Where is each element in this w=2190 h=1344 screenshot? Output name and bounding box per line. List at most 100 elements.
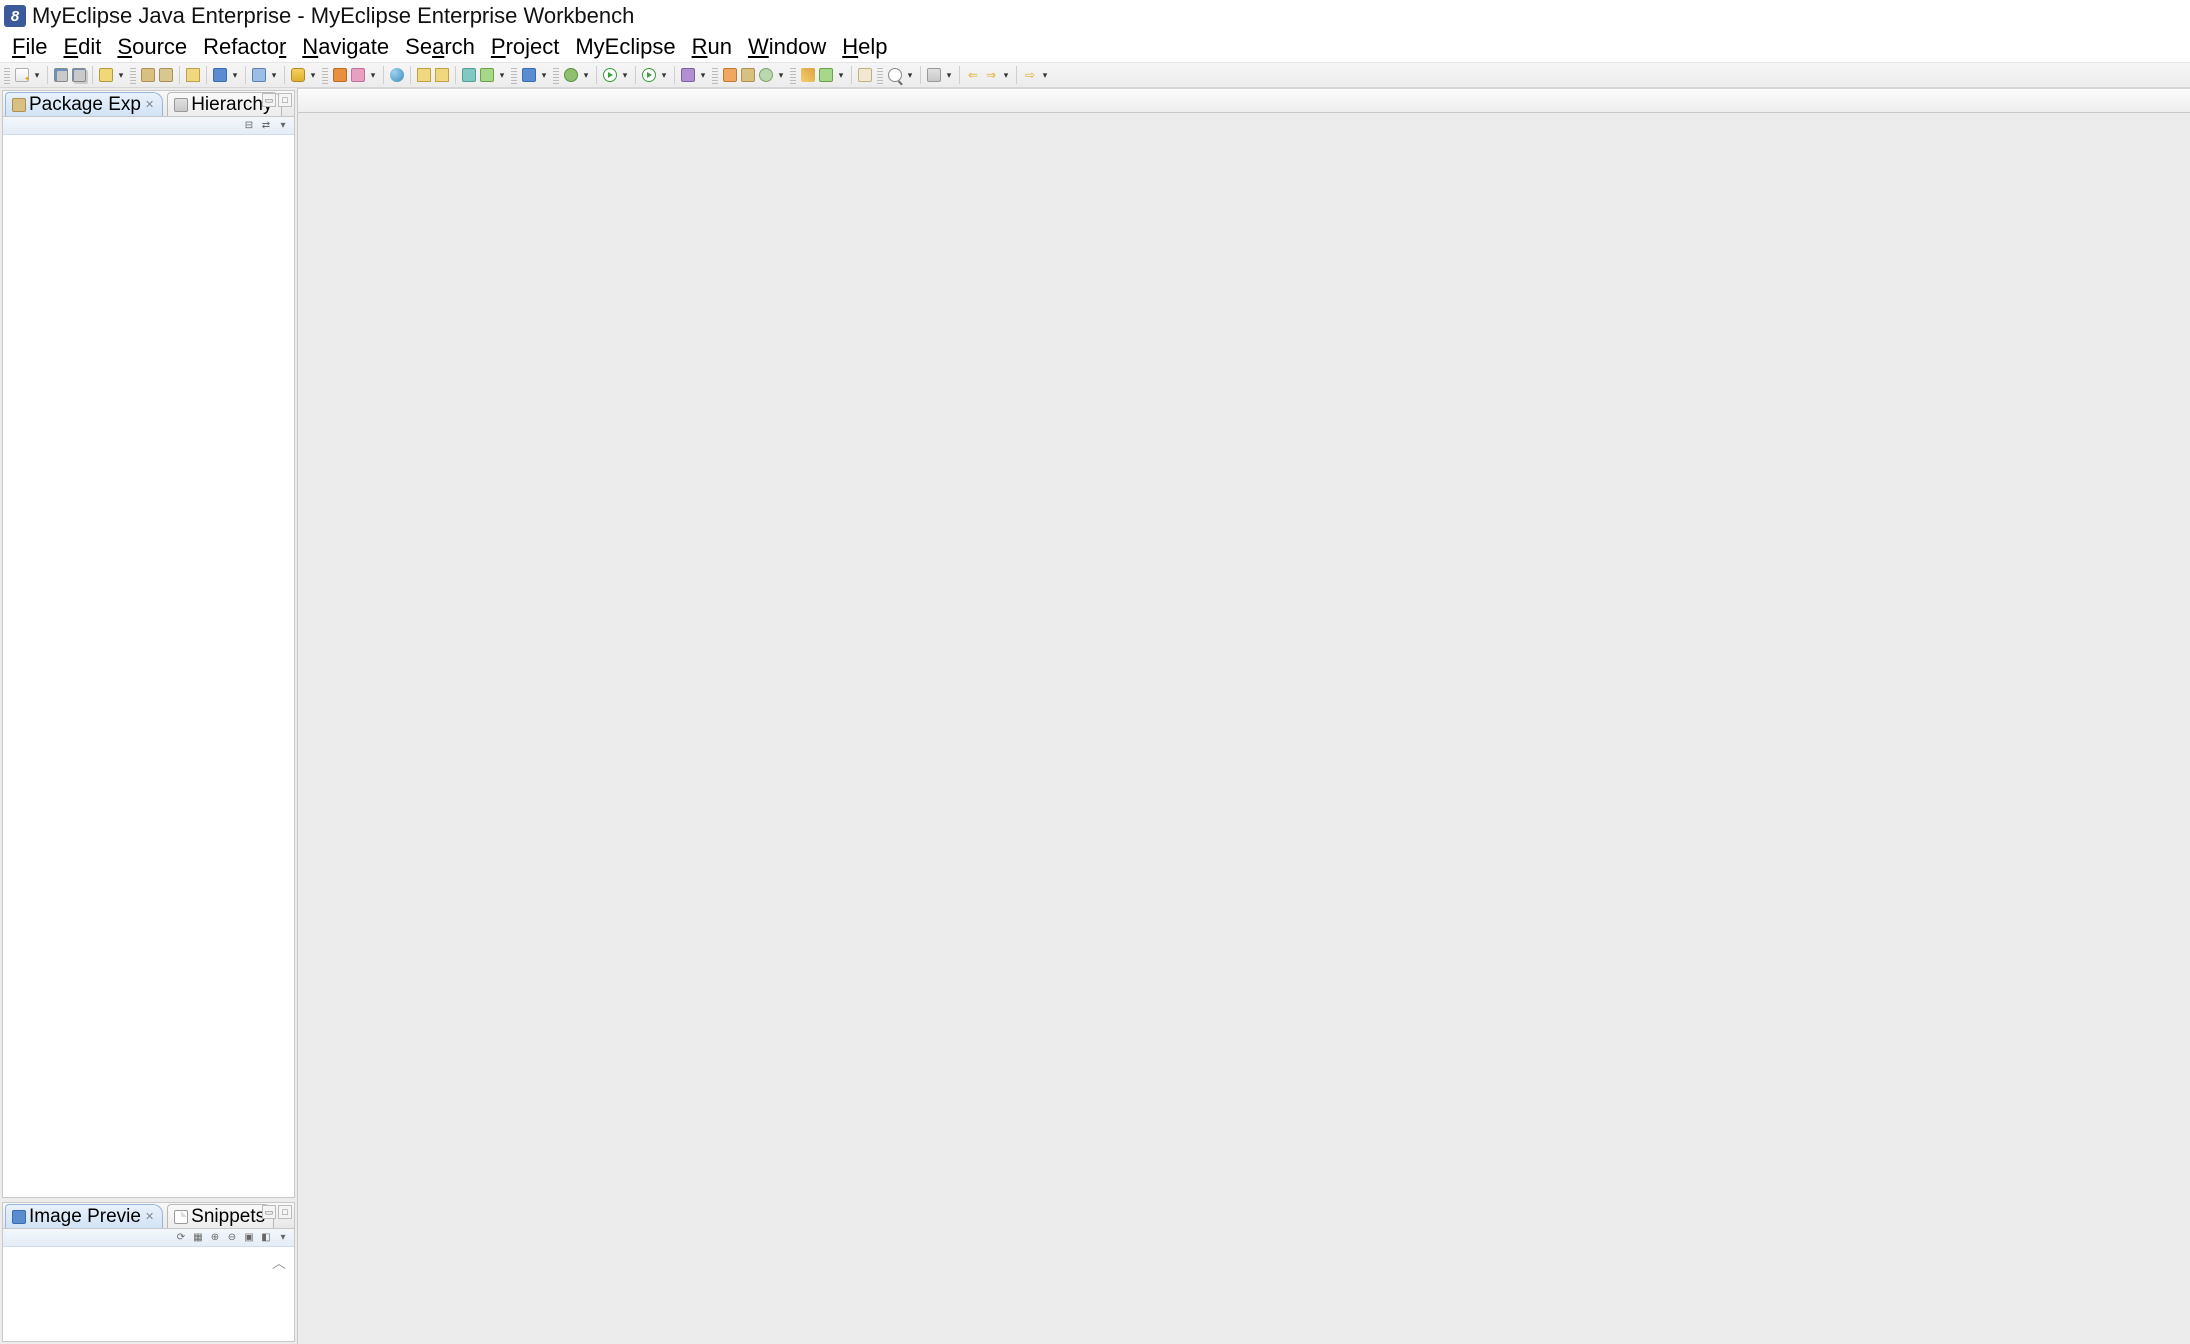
format-button[interactable] [479,67,495,83]
view-minimize-button[interactable]: ▭ [262,93,276,107]
new-dropdown[interactable]: ▾ [32,67,42,83]
wizard2-button[interactable] [818,67,834,83]
menu-window[interactable]: Window [740,33,834,61]
db-dropdown[interactable]: ▾ [539,67,549,83]
back-button[interactable]: ⇐ [965,67,981,83]
editor-tabstrip[interactable] [298,89,2190,113]
save-button[interactable] [53,67,69,83]
uml-dropdown[interactable]: ▾ [368,67,378,83]
menu-edit[interactable]: Edit [55,33,109,61]
new-package-button[interactable] [740,67,756,83]
export-button[interactable] [434,67,450,83]
new-button[interactable] [14,67,30,83]
menu-refactor[interactable]: Refactor [195,33,294,61]
new-interface-button[interactable] [758,67,774,83]
server-dropdown[interactable]: ▾ [269,67,279,83]
menu-navigate[interactable]: Navigate [294,33,397,61]
search-dropdown[interactable]: ▾ [905,67,915,83]
new-class-button[interactable] [722,67,738,83]
run-external-dropdown[interactable]: ▾ [659,67,669,83]
view-minimize-button-2[interactable]: ▭ [262,1205,276,1219]
menu-search[interactable]: Search [397,33,483,61]
view-menu-button[interactable]: ▾ [276,119,290,133]
preview-zoom-in-button[interactable]: ⊕ [208,1231,222,1245]
menu-file[interactable]: File [4,33,55,61]
tab-image-preview-close-icon[interactable]: ✕ [145,1210,154,1223]
save-all-button[interactable] [71,67,87,83]
toolbar-grip-7[interactable] [790,66,796,84]
tab-image-preview[interactable]: Image Previe ✕ [5,1204,163,1228]
open-type-button[interactable] [185,67,201,83]
profile-button[interactable] [680,67,696,83]
toolbar-grip-8[interactable] [877,66,883,84]
open-jar-button[interactable] [158,67,174,83]
package-explorer-body[interactable] [3,135,294,1197]
window-title: MyEclipse Java Enterprise - MyEclipse En… [32,3,634,29]
db-button[interactable] [521,67,537,83]
menu-source[interactable]: Source [109,33,195,61]
menu-help[interactable]: Help [834,33,895,61]
view-maximize-button-2[interactable]: □ [278,1205,292,1219]
image-preview-body[interactable]: ︿ [3,1247,294,1341]
uml-seq-button[interactable] [350,67,366,83]
view-maximize-button[interactable]: □ [278,93,292,107]
toolbar-grip-5[interactable] [553,66,559,84]
preview-fit-button[interactable]: ▣ [242,1231,256,1245]
menu-project[interactable]: Project [483,33,567,61]
run-dropdown[interactable]: ▾ [620,67,630,83]
history-dropdown[interactable]: ▾ [1001,67,1011,83]
last-edit-dropdown[interactable]: ▾ [1040,67,1050,83]
deploy-dropdown[interactable]: ▾ [230,67,240,83]
tab-package-explorer-close-icon[interactable]: ✕ [145,98,154,111]
link-editor-button[interactable]: ⇄ [259,119,273,133]
preview-original-button[interactable]: ◧ [259,1231,273,1245]
browser-button[interactable] [389,67,405,83]
preview-refresh-button[interactable]: ⟳ [174,1231,188,1245]
wizard-button[interactable] [800,67,816,83]
tab-package-explorer-label: Package Exp [29,94,141,116]
toolbar: ▾ ▾ ▾ ▾ ▾ ▾ ▾ ▾ ▾ ▾ ▾ ▾ ▾ ▾ [0,62,2190,88]
last-edit-button[interactable]: ⇨ [1022,67,1038,83]
uml-class-button[interactable] [332,67,348,83]
new-project-dropdown[interactable]: ▾ [116,67,126,83]
package-explorer-toolbar: ⊟ ⇄ ▾ [3,117,294,135]
annotate-dropdown[interactable]: ▾ [944,67,954,83]
image-preview-icon [12,1210,26,1224]
deploy-button[interactable] [212,67,228,83]
debug-dropdown[interactable]: ▾ [581,67,591,83]
new-project-button[interactable] [98,67,114,83]
toolbar-grip-2[interactable] [130,66,136,84]
toolbar-grip-6[interactable] [712,66,718,84]
run-button[interactable] [602,67,618,83]
preview-zoom-out-button[interactable]: ⊖ [225,1231,239,1245]
preview-menu-button[interactable]: ▾ [276,1231,290,1245]
derby-button[interactable] [290,67,306,83]
package-explorer-view: Package Exp ✕ Hierarchy ▭ □ ⊟ ⇄ ▾ [2,90,295,1198]
debug-button[interactable] [563,67,579,83]
preview-gallery-button[interactable]: ▦ [191,1231,205,1245]
tab-snippets[interactable]: Snippets [167,1204,274,1228]
new-java-dropdown[interactable]: ▾ [776,67,786,83]
annotate-button[interactable] [926,67,942,83]
forward-button[interactable]: ⇒ [983,67,999,83]
validate-button[interactable] [461,67,477,83]
profile-dropdown[interactable]: ▾ [698,67,708,83]
collapse-chevron-icon[interactable]: ︿ [272,1253,286,1273]
tab-package-explorer[interactable]: Package Exp ✕ [5,92,163,116]
derby-dropdown[interactable]: ▾ [308,67,318,83]
server-button[interactable] [251,67,267,83]
collapse-all-button[interactable]: ⊟ [242,119,256,133]
run-external-button[interactable] [641,67,657,83]
validate-dropdown[interactable]: ▾ [497,67,507,83]
menu-run[interactable]: Run [684,33,740,61]
menu-bar: File Edit Source Refactor Navigate Searc… [0,32,2190,62]
wizard-dropdown[interactable]: ▾ [836,67,846,83]
toolbar-grip-4[interactable] [511,66,517,84]
toolbar-grip[interactable] [4,66,10,84]
import-button[interactable] [416,67,432,83]
open-package-button[interactable] [140,67,156,83]
menu-myeclipse[interactable]: MyEclipse [567,33,683,61]
toolbar-grip-3[interactable] [322,66,328,84]
task-button[interactable] [857,67,873,83]
search-button[interactable] [887,67,903,83]
